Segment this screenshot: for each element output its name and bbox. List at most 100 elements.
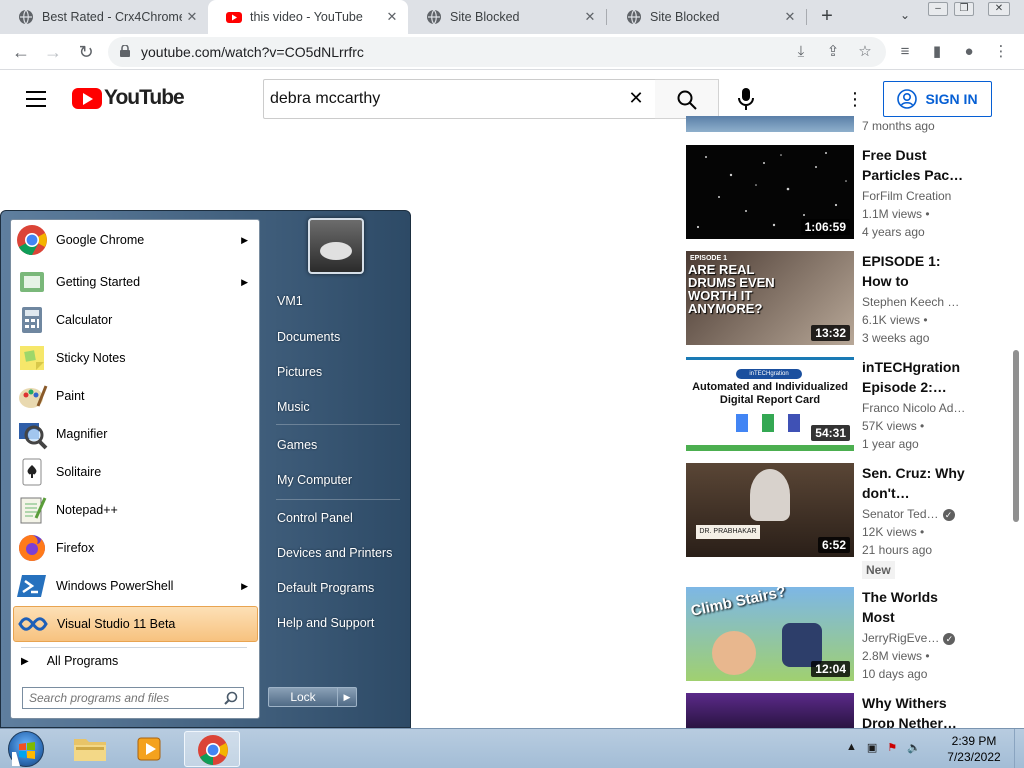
- video-item[interactable]: DR. PRABHAKAR 6:52 Sen. Cruz: Why don't……: [686, 463, 1016, 583]
- profile-icon[interactable]: ●: [960, 43, 978, 61]
- calculator-icon: [22, 307, 42, 333]
- video-thumbnail[interactable]: inTECHgration Automated and Individualiz…: [686, 357, 854, 451]
- clock[interactable]: 2:39 PM 7/23/2022: [940, 733, 1008, 765]
- all-programs-button[interactable]: ▶ All Programs: [21, 651, 261, 671]
- thumbnail-headline: Automated and Individualized Digital Rep…: [692, 381, 848, 406]
- channel-name[interactable]: Franco Nicolo Ad…: [862, 401, 970, 415]
- video-title[interactable]: EPISODE 1: How to Recor…: [862, 251, 966, 291]
- search-button[interactable]: [655, 79, 719, 119]
- more-options-icon[interactable]: ⋮: [846, 88, 864, 110]
- channel-name[interactable]: Senator Ted… ✓: [862, 507, 970, 521]
- program-magnifier[interactable]: Magnifier: [13, 416, 258, 452]
- video-thumbnail[interactable]: DR. PRABHAKAR 6:52: [686, 463, 854, 557]
- video-thumbnail[interactable]: EPISODE 1 ARE REAL DRUMS EVEN WORTH IT A…: [686, 251, 854, 345]
- taskbar-explorer[interactable]: [62, 731, 118, 767]
- menu-item-devices-and-printers[interactable]: Devices and Printers: [268, 539, 402, 567]
- video-title[interactable]: Why Withers Drop Nether…: [862, 693, 966, 728]
- menu-item-help-and-support[interactable]: Help and Support: [268, 609, 402, 637]
- url-text[interactable]: youtube.com/watch?v=CO5dNLrrfrc: [141, 44, 364, 60]
- forward-button[interactable]: →: [42, 41, 64, 63]
- program-paint[interactable]: Paint: [13, 378, 258, 414]
- video-item[interactable]: inTECHgration Automated and Individualiz…: [686, 357, 1016, 457]
- menu-item-my-computer[interactable]: My Computer: [268, 466, 402, 494]
- video-title[interactable]: Free Dust Particles Pac…: [862, 145, 966, 185]
- video-title[interactable]: inTECHgration Episode 2:…: [862, 357, 966, 397]
- video-title[interactable]: Sen. Cruz: Why don't…: [862, 463, 966, 503]
- channel-name[interactable]: ForFilm Creation: [862, 189, 970, 203]
- close-tab-icon[interactable]: ✕: [580, 9, 600, 25]
- microphone-icon[interactable]: [738, 88, 754, 110]
- back-button[interactable]: ←: [10, 41, 32, 63]
- bookmark-star-icon[interactable]: ☆: [856, 43, 874, 61]
- side-panel-icon[interactable]: ▮: [928, 43, 946, 61]
- video-thumbnail[interactable]: Climb Stairs? 12:04: [686, 587, 854, 681]
- menu-item-documents[interactable]: Documents: [268, 323, 402, 351]
- close-tab-icon[interactable]: ✕: [382, 9, 402, 25]
- menu-item-pictures[interactable]: Pictures: [268, 358, 402, 386]
- tab-search-chevron-icon[interactable]: ⌄: [896, 8, 914, 26]
- video-title[interactable]: The Worlds Most Advance…: [862, 587, 966, 627]
- search-input[interactable]: [263, 79, 656, 119]
- program-firefox[interactable]: Firefox: [13, 530, 258, 566]
- volume-icon[interactable]: 🔈: [907, 741, 921, 754]
- lock-button[interactable]: Lock: [268, 687, 338, 707]
- program-getting-started[interactable]: Getting Started ▶: [13, 264, 258, 300]
- tab-youtube[interactable]: this video - YouTube ✕: [208, 0, 408, 34]
- video-thumbnail[interactable]: [686, 693, 854, 728]
- partial-video-item[interactable]: 7 months ago: [686, 116, 1016, 136]
- video-item[interactable]: EPISODE 1 ARE REAL DRUMS EVEN WORTH IT A…: [686, 251, 1016, 351]
- close-tab-icon[interactable]: ✕: [780, 9, 800, 25]
- close-window-button[interactable]: ✕: [988, 2, 1010, 16]
- tab-site-blocked-1[interactable]: Site Blocked ✕: [408, 0, 606, 34]
- menu-item-music[interactable]: Music: [268, 393, 402, 421]
- action-center-flag-icon[interactable]: ⚑: [887, 741, 897, 754]
- show-desktop-button[interactable]: [1014, 729, 1024, 768]
- program-visual-studio[interactable]: Visual Studio 11 Beta: [13, 606, 258, 642]
- youtube-logo-icon[interactable]: [72, 88, 102, 109]
- tab-site-blocked-2[interactable]: Site Blocked ✕: [608, 0, 806, 34]
- program-solitaire[interactable]: Solitaire: [13, 454, 258, 490]
- program-google-chrome[interactable]: Google Chrome ▶: [13, 222, 258, 258]
- new-tab-button[interactable]: +: [816, 6, 838, 28]
- shutdown-options-arrow-icon[interactable]: ▶: [337, 687, 357, 707]
- menu-item-vm1[interactable]: VM1: [268, 287, 402, 315]
- program-sticky-notes[interactable]: Sticky Notes: [13, 340, 258, 376]
- menu-item-control-panel[interactable]: Control Panel: [268, 504, 402, 532]
- channel-name[interactable]: JerryRigEve… ✓: [862, 631, 970, 645]
- hamburger-menu-icon[interactable]: [26, 91, 46, 107]
- tab-crx4chrome[interactable]: Best Rated - Crx4Chrome ✕: [0, 0, 208, 34]
- lock-icon[interactable]: [120, 45, 130, 57]
- show-hidden-icons-icon[interactable]: ▲: [846, 741, 857, 754]
- youtube-logo-text[interactable]: YouTube: [104, 86, 185, 110]
- close-tab-icon[interactable]: ✕: [182, 9, 202, 25]
- search-icon[interactable]: [224, 691, 238, 705]
- page-scrollbar[interactable]: [1013, 350, 1019, 522]
- menu-item-default-programs[interactable]: Default Programs: [268, 574, 402, 602]
- address-bar[interactable]: youtube.com/watch?v=CO5dNLrrfrc ⤓ ⇪ ☆: [108, 37, 886, 67]
- reading-list-icon[interactable]: ≡: [896, 43, 914, 61]
- minimize-button[interactable]: –: [928, 2, 948, 16]
- share-icon[interactable]: ⇪: [824, 43, 842, 61]
- restore-button[interactable]: ❐: [954, 2, 974, 16]
- reload-button[interactable]: ↻: [75, 41, 97, 63]
- video-item[interactable]: Why Withers Drop Nether…: [686, 693, 1016, 728]
- program-windows-powershell[interactable]: Windows PowerShell ▶: [13, 568, 258, 604]
- video-thumbnail[interactable]: [686, 116, 854, 132]
- network-icon[interactable]: ▣: [867, 741, 877, 754]
- taskbar-media-player[interactable]: [122, 731, 178, 767]
- sign-in-button[interactable]: SIGN IN: [883, 81, 992, 117]
- channel-name[interactable]: Stephen Keech …: [862, 295, 970, 309]
- video-thumbnail[interactable]: 1:06:59: [686, 145, 854, 239]
- taskbar-chrome[interactable]: [184, 731, 240, 767]
- video-item[interactable]: 1:06:59 Free Dust Particles Pac… ForFilm…: [686, 145, 1016, 245]
- install-icon[interactable]: ⤓: [792, 43, 810, 61]
- start-search-input[interactable]: [22, 687, 244, 709]
- chrome-menu-icon[interactable]: ⋮: [992, 43, 1010, 61]
- program-notepad-plus-plus[interactable]: Notepad++: [13, 492, 258, 528]
- user-avatar[interactable]: [308, 218, 364, 274]
- video-item[interactable]: Climb Stairs? 12:04 The Worlds Most Adva…: [686, 587, 1016, 687]
- youtube-icon: [226, 12, 242, 23]
- menu-item-games[interactable]: Games: [268, 431, 402, 459]
- clear-search-icon[interactable]: ✕: [626, 88, 646, 108]
- program-calculator[interactable]: Calculator: [13, 302, 258, 338]
